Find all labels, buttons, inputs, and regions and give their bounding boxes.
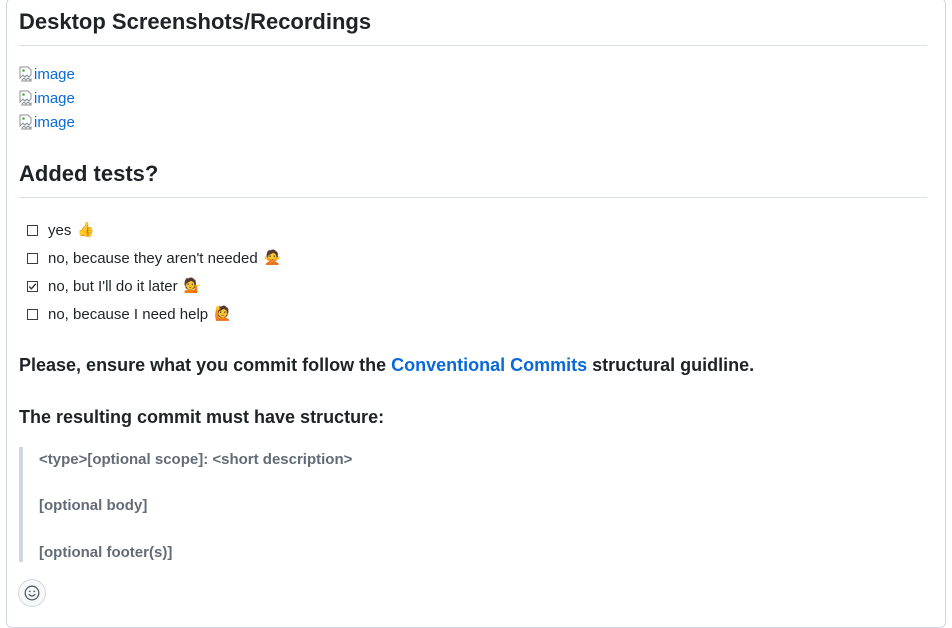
quote-line-header: <type>[optional scope]: <short descripti… <box>39 451 353 468</box>
image-alt-text: image <box>34 65 75 83</box>
commit-structure-blockquote: <type>[optional scope]: <short descripti… <box>19 447 619 562</box>
task-label: yes <box>48 221 72 239</box>
person-gesturing-no-icon: 🙅 <box>263 250 282 266</box>
smiley-icon <box>24 585 40 601</box>
task-list: yes 👍 no, because they aren't needed 🙅 n… <box>27 216 281 328</box>
thumbs-up-icon: 👍 <box>77 222 95 238</box>
broken-image-icon <box>19 66 33 82</box>
task-checkbox[interactable] <box>27 224 38 236</box>
broken-image-icon <box>19 90 33 106</box>
ensure-text-before: Please, ensure what you commit follow th… <box>19 355 392 375</box>
quote-line-body: [optional body] <box>39 497 148 514</box>
image-link-2[interactable]: image <box>19 86 75 110</box>
broken-image-icon <box>19 114 33 130</box>
image-link-1[interactable]: image <box>19 62 75 86</box>
image-link-3[interactable]: image <box>19 110 75 134</box>
conventional-commits-link[interactable]: Conventional Commits <box>391 355 587 375</box>
task-checkbox-checked[interactable] <box>27 280 38 292</box>
desktop-screenshots-heading: Desktop Screenshots/Recordings <box>19 8 927 46</box>
add-reaction-button[interactable] <box>18 579 46 607</box>
image-links: image image image <box>19 62 75 134</box>
quote-line-footer: [optional footer(s)] <box>39 544 173 561</box>
task-item-later: no, but I'll do it later 💁 <box>27 272 281 300</box>
task-item-yes: yes 👍 <box>27 216 281 244</box>
task-checkbox[interactable] <box>27 252 38 264</box>
ensure-text-after: structural guidline. <box>587 355 755 375</box>
image-alt-text: image <box>34 89 75 107</box>
task-item-need-help: no, because I need help 🙋 <box>27 300 281 328</box>
image-alt-text: image <box>34 113 75 131</box>
person-tipping-hand-icon: 💁 <box>183 278 202 294</box>
person-raising-hand-icon: 🙋 <box>214 306 232 322</box>
task-label: no, because I need help <box>48 305 209 323</box>
task-item-not-needed: no, because they aren't needed 🙅 <box>27 244 281 272</box>
task-label: no, because they aren't needed <box>48 249 258 267</box>
ensure-paragraph: Please, ensure what you commit follow th… <box>19 355 754 376</box>
task-checkbox[interactable] <box>27 308 38 320</box>
added-tests-heading: Added tests? <box>19 160 927 198</box>
structure-heading: The resulting commit must have structure… <box>19 407 385 427</box>
task-label: no, but I'll do it later <box>48 277 178 295</box>
